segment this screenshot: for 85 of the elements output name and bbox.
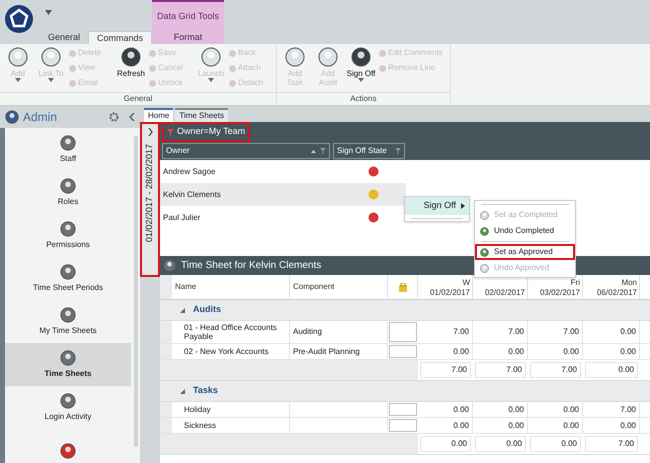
table-cell: 0.00: [583, 344, 640, 359]
filter-icon: [167, 128, 174, 136]
total-cell: 7.00: [585, 436, 638, 452]
owner-row[interactable]: Paul Julier: [160, 206, 406, 229]
column-header[interactable]: Owner: [162, 143, 330, 159]
table-cell: 0.00: [473, 402, 528, 417]
input-field[interactable]: [389, 419, 417, 432]
total-cell: 0.00: [530, 436, 581, 452]
table-cell: 0.00: [473, 418, 528, 433]
contextual-group-label: Data Grid Tools: [156, 10, 220, 23]
table-cell: 0.00: [528, 344, 583, 359]
table-cell: 7.00: [583, 402, 640, 417]
table-cell: 0.00: [528, 402, 583, 417]
document-tab[interactable]: Time Sheets: [175, 108, 228, 122]
sidebar-item[interactable]: Roles: [5, 171, 131, 214]
table-cell: 0.00: [473, 344, 528, 359]
panel-title: Time Sheet for Kelvin Clements: [181, 259, 322, 273]
total-cell: 0.00: [475, 436, 526, 452]
total-cell: 7.00: [530, 362, 581, 378]
ribbon-group-label: Actions: [277, 92, 450, 105]
sidebar-item[interactable]: Staff: [5, 128, 131, 171]
dropdown-arrow-icon[interactable]: [45, 10, 52, 15]
sort-ascending-icon: [311, 150, 316, 152]
input-field[interactable]: [389, 403, 417, 416]
expand-chevron-icon[interactable]: [148, 128, 152, 136]
expand-triangle-icon[interactable]: [180, 388, 185, 394]
sidebar-item[interactable]: Time Sheets: [5, 343, 131, 386]
table-cell: 7.00: [418, 321, 473, 343]
table-cell: 02 - New York Accounts: [172, 344, 290, 359]
ribbon-tab[interactable]: General: [40, 31, 88, 44]
briefcase-icon: [398, 282, 406, 292]
table-cell: Auditing: [290, 321, 388, 343]
group-label: Audits: [193, 303, 221, 316]
owner-row[interactable]: Kelvin Clements: [160, 183, 406, 206]
total-cell: 0.00: [585, 362, 638, 378]
document-tab[interactable]: Home: [144, 108, 174, 122]
ribbon-button[interactable]: Refresh: [116, 47, 146, 78]
status-orb-icon: [480, 248, 489, 256]
owner-row[interactable]: Andrew Sagoe: [160, 160, 406, 183]
table-cell: 0.00: [418, 344, 473, 359]
collapse-chevron-icon[interactable]: [129, 113, 135, 121]
app-logo-icon[interactable]: [5, 5, 33, 33]
total-cell: 7.00: [420, 362, 471, 378]
settings-icon[interactable]: [109, 112, 119, 122]
column-header[interactable]: Name: [172, 275, 290, 299]
period-strip[interactable]: 01/02/2017 - 28/02/2017: [140, 122, 160, 277]
sidebar-item[interactable]: Login Activity: [5, 386, 131, 429]
menu-item[interactable]: Sign Off: [405, 197, 469, 215]
ribbon-group-label: General: [0, 92, 276, 105]
total-cell: 7.00: [475, 362, 526, 378]
ribbon-button[interactable]: Sign Off: [346, 47, 376, 82]
table-cell: 7.00: [528, 321, 583, 343]
column-header[interactable]: Component: [290, 275, 388, 299]
column-header[interactable]: Mon 06/02/2017: [583, 275, 640, 299]
table-cell: Holiday: [172, 402, 290, 417]
filter-icon[interactable]: [320, 148, 326, 154]
sidebar-item[interactable]: Time Sheet Periods: [5, 257, 131, 300]
table-cell: Pre-Audit Planning: [290, 344, 388, 359]
table-cell: 0.00: [418, 418, 473, 433]
column-header[interactable]: Sign Off State: [333, 143, 405, 159]
table-cell: 01 - Head Office Accounts Payable: [172, 321, 290, 343]
table-cell: 0.00: [583, 321, 640, 343]
column-header[interactable]: W 01/02/2017: [418, 275, 473, 299]
group-label: Tasks: [193, 384, 218, 398]
ribbon-tab[interactable]: Commands: [88, 31, 152, 44]
table-cell: 7.00: [473, 321, 528, 343]
filter-icon[interactable]: [395, 148, 401, 154]
status-orb-icon: [480, 210, 489, 220]
table-cell: 0.00: [418, 402, 473, 417]
filter-label[interactable]: Owner=My Team: [162, 122, 250, 142]
total-cell: 0.00: [420, 436, 471, 452]
menu-item[interactable]: Undo Completed: [475, 223, 575, 239]
table-cell: 0.00: [528, 418, 583, 433]
status-orb-icon: [480, 226, 489, 236]
sidebar-item[interactable]: Permissions: [5, 214, 131, 257]
table-cell: 0.00: [583, 418, 640, 433]
menu-item[interactable]: Set as Approved: [475, 244, 575, 260]
sidebar-item[interactable]: My Time Sheets: [5, 300, 131, 343]
input-field[interactable]: [389, 322, 417, 342]
status-orb-icon: [480, 264, 489, 272]
scrollbar[interactable]: [131, 128, 140, 463]
sidebar-title: Admin: [23, 109, 58, 126]
expand-triangle-icon[interactable]: [180, 308, 185, 312]
table-cell: Sickness: [172, 418, 290, 433]
input-field[interactable]: [389, 345, 417, 358]
